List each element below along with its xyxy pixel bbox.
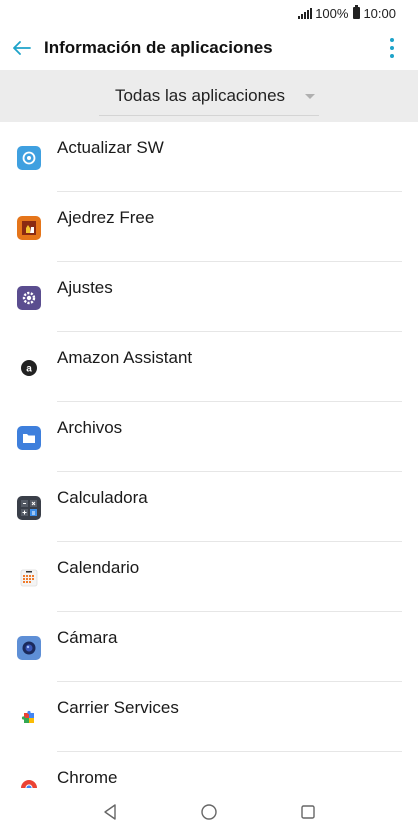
- triangle-back-icon: [103, 804, 116, 820]
- calendar-icon: [17, 566, 41, 590]
- amazon-icon: a: [17, 356, 41, 380]
- app-list[interactable]: Actualizar SW Ajedrez Free Ajustes a Ama…: [0, 122, 418, 788]
- square-recents-icon: [301, 805, 316, 819]
- battery-percent: 100%: [315, 5, 349, 21]
- app-name: Archivos: [57, 418, 123, 437]
- more-vert-icon-dot: [390, 46, 394, 50]
- calculator-icon: [17, 496, 41, 520]
- list-item[interactable]: Calculadora: [0, 472, 418, 542]
- battery-icon: [353, 5, 361, 19]
- list-item[interactable]: Carrier Services: [0, 682, 418, 752]
- chess-icon: [17, 216, 41, 240]
- list-item[interactable]: Ajustes: [0, 262, 418, 332]
- app-name: Calculadora: [57, 488, 148, 507]
- more-vert-icon: [390, 38, 394, 42]
- puzzle-icon: [17, 706, 41, 730]
- app-name: Ajustes: [57, 278, 113, 297]
- nav-recents-button[interactable]: [288, 792, 328, 832]
- back-button[interactable]: [2, 26, 42, 70]
- app-bar: Información de aplicaciones: [0, 26, 418, 70]
- clock: 10:00: [363, 5, 396, 21]
- app-name: Cámara: [57, 628, 118, 647]
- list-item[interactable]: Ajedrez Free: [0, 192, 418, 262]
- list-item[interactable]: Actualizar SW: [0, 122, 418, 192]
- folder-icon: [17, 426, 41, 450]
- app-name: Chrome: [57, 768, 118, 787]
- dropdown-caret-icon: [305, 94, 315, 99]
- navigation-bar: [0, 788, 418, 836]
- camera-icon: [17, 636, 41, 660]
- settings-gear-icon: [17, 286, 41, 310]
- app-name: Carrier Services: [57, 698, 179, 717]
- list-item[interactable]: a Amazon Assistant: [0, 332, 418, 402]
- list-item[interactable]: Archivos: [0, 402, 418, 472]
- signal-icon: [298, 7, 313, 19]
- app-filter-dropdown[interactable]: Todas las aplicaciones: [99, 76, 319, 116]
- more-options-button[interactable]: [380, 34, 404, 62]
- status-bar: 100% 10:00: [0, 0, 418, 26]
- svg-text:a: a: [26, 364, 32, 375]
- filter-band: Todas las aplicaciones: [0, 70, 418, 122]
- app-name: Amazon Assistant: [57, 348, 193, 367]
- nav-home-button[interactable]: [189, 792, 229, 832]
- back-arrow-icon: [13, 41, 31, 55]
- update-icon: [17, 146, 41, 170]
- app-name: Actualizar SW: [57, 138, 164, 157]
- more-vert-icon-dot: [390, 54, 394, 58]
- app-name: Calendario: [57, 558, 140, 577]
- list-item[interactable]: Cámara: [0, 612, 418, 682]
- list-item[interactable]: Calendario: [0, 542, 418, 612]
- app-name: Ajedrez Free: [57, 208, 155, 227]
- filter-selected-label: Todas las aplicaciones: [114, 85, 286, 105]
- list-item[interactable]: Chrome: [0, 752, 418, 788]
- nav-back-button[interactable]: [90, 792, 130, 832]
- circle-home-icon: [201, 804, 217, 820]
- page-title: Información de aplicaciones: [44, 38, 273, 57]
- screen: 100% 10:00 Información de aplicaciones T…: [0, 0, 418, 836]
- chrome-icon: [17, 776, 41, 788]
